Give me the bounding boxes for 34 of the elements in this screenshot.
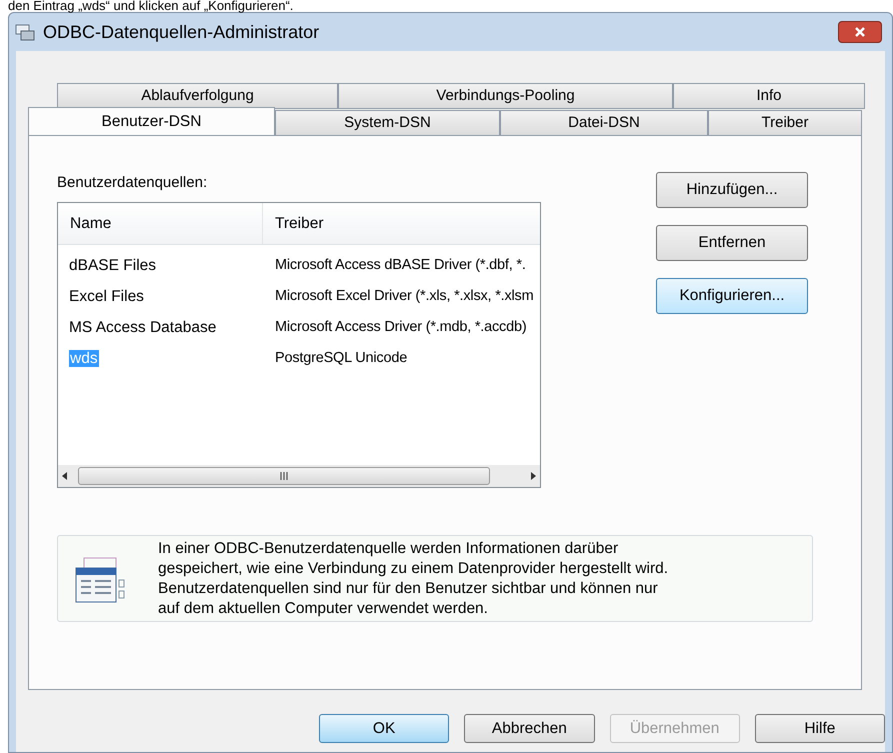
tab[interactable]: Datei-DSN [500, 110, 708, 136]
close-button[interactable] [838, 21, 882, 43]
close-icon [854, 26, 866, 38]
tab[interactable]: System-DSN [275, 110, 500, 136]
table-cell[interactable]: MS Access Database [69, 318, 216, 336]
caption-text: den Eintrag „wds“ und klicken auf „Konfigurieren“. [7, 0, 294, 12]
tab[interactable]: Benutzer-DSN [28, 107, 275, 135]
action-button[interactable]: Entfernen [656, 225, 808, 261]
grip-icon [280, 472, 288, 480]
table-cell-text: Microsoft Excel Driver (*.xls, *.xlsx, *.xlsm [274, 286, 534, 306]
tab[interactable]: Treiber [708, 110, 862, 136]
tab[interactable]: Verbindungs-Pooling [338, 83, 673, 109]
table-cell-text: PostgreSQL Unicode [274, 348, 408, 368]
dialog-button[interactable]: Hilfe [754, 714, 885, 743]
column-header[interactable]: Name [58, 203, 263, 244]
tab[interactable]: Ablaufverfolgung [57, 83, 338, 109]
dialog-button[interactable]: OK [319, 714, 450, 743]
tab[interactable]: Info [673, 83, 865, 109]
window-title: ODBC-Datenquellen-Administrator [43, 20, 320, 44]
window-app-icon [15, 23, 35, 41]
action-button[interactable]: Konfigurieren... [656, 278, 808, 314]
dialog-button[interactable]: Abbrechen [464, 714, 594, 743]
column-header[interactable]: Treiber [263, 203, 540, 244]
table-cell-text: Microsoft Access Driver (*.mdb, *.accdb) [274, 318, 526, 337]
table-cell[interactable]: Excel Files [69, 288, 144, 304]
table-cell[interactable]: dBASE Files [69, 256, 156, 274]
scrollbar-thumb[interactable] [78, 467, 490, 485]
info-text: In einer ODBC-Benutzerdatenquelle werden Informationen darüber gespeichert, wie eine Verbindung zu einem Datenprovider hergestellt wird. Benutzerdatenquellen sind nur für den Benutzer sichtbar und können nur auf dem aktuellen Computer verwendet werden. [158, 538, 668, 618]
scroll-left-icon[interactable] [60, 471, 70, 481]
list-label: Benutzerdatenquellen: [57, 173, 208, 193]
scroll-right-icon[interactable] [528, 471, 538, 481]
horizontal-scrollbar[interactable] [58, 465, 540, 487]
action-button[interactable]: Hinzufügen... [656, 172, 808, 208]
table-cell-text: Microsoft Access dBASE Driver (*.dbf, *. [274, 256, 526, 275]
